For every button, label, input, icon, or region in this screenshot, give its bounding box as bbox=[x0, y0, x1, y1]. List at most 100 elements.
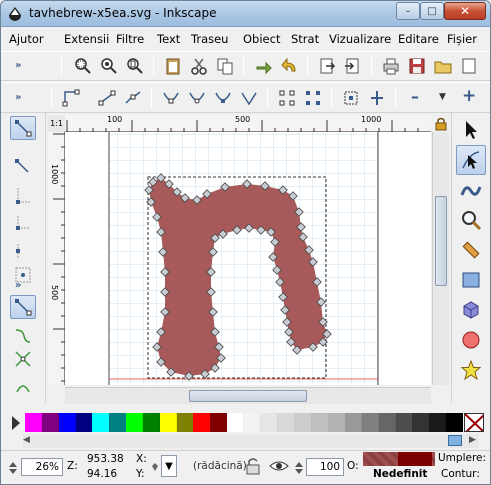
chevron-left-icon[interactable]: ◀ bbox=[23, 435, 30, 445]
palette-swatch[interactable] bbox=[41, 413, 60, 432]
node-symmetric-icon[interactable] bbox=[213, 88, 233, 108]
horizontal-ruler[interactable]: 100 500 1000 bbox=[65, 115, 431, 132]
chevron-right-icon[interactable]: ▶ bbox=[469, 435, 476, 445]
palette-swatch[interactable] bbox=[294, 413, 312, 432]
toolbar-grip[interactable]: » bbox=[15, 60, 21, 71]
snap-bbox-edge-icon[interactable] bbox=[10, 183, 36, 207]
menu-obiect[interactable]: Obiect bbox=[243, 32, 280, 46]
menu-fisier[interactable]: Fișier bbox=[447, 32, 477, 46]
remove-node-button[interactable]: – bbox=[411, 87, 419, 106]
palette-swatch[interactable] bbox=[345, 413, 363, 432]
palette-swatch[interactable] bbox=[159, 413, 178, 432]
toolbar-grip[interactable]: » bbox=[15, 92, 21, 103]
stroke-to-path-icon[interactable] bbox=[367, 88, 387, 108]
palette-swatch[interactable] bbox=[210, 413, 228, 432]
zoom-selection-icon[interactable] bbox=[73, 56, 93, 76]
vertical-scroll-thumb[interactable] bbox=[435, 196, 447, 286]
new-document-icon[interactable] bbox=[459, 56, 479, 76]
palette-swatch[interactable] bbox=[126, 413, 144, 432]
copy-icon[interactable] bbox=[215, 56, 235, 76]
eye-icon[interactable] bbox=[269, 457, 289, 475]
node-editor-tool-icon[interactable] bbox=[456, 145, 486, 175]
snap-enable-icon[interactable] bbox=[10, 116, 36, 140]
selector-tool-icon[interactable] bbox=[456, 115, 486, 145]
current-layer[interactable]: (rădăcină) bbox=[193, 460, 247, 472]
stroke-value[interactable]: Nedefinit bbox=[373, 468, 427, 480]
toolbar-grip[interactable]: » bbox=[15, 280, 21, 291]
layer-dropdown-icon[interactable]: ▼ bbox=[161, 455, 177, 477]
fill-color-swatch[interactable] bbox=[398, 452, 432, 466]
palette-swatch[interactable] bbox=[25, 413, 43, 432]
rectangle-tool-icon[interactable] bbox=[456, 265, 486, 295]
palette-menu-icon[interactable] bbox=[10, 415, 22, 431]
break-path-icon[interactable] bbox=[123, 88, 143, 108]
palette-swatch[interactable] bbox=[378, 413, 397, 432]
menu-filtre[interactable]: Filtre bbox=[116, 32, 144, 46]
zoom-spin-icon[interactable] bbox=[7, 460, 19, 476]
save-icon[interactable] bbox=[407, 56, 427, 76]
snap-intersection-icon[interactable] bbox=[10, 347, 36, 371]
menu-extensii[interactable]: Extensii bbox=[64, 32, 109, 46]
palette-swatch[interactable] bbox=[277, 413, 296, 432]
snap-midpoint-icon[interactable] bbox=[10, 239, 36, 263]
palette-swatch[interactable] bbox=[446, 413, 464, 432]
join-nodes-icon[interactable] bbox=[97, 88, 117, 108]
menu-ajutor[interactable]: Ajutor bbox=[9, 32, 44, 46]
palette-swatch[interactable] bbox=[92, 413, 110, 432]
horizontal-scrollbar[interactable] bbox=[65, 387, 431, 404]
menu-traseu[interactable]: Traseu bbox=[191, 32, 228, 46]
palette-swatch[interactable] bbox=[244, 413, 262, 432]
import-icon[interactable] bbox=[343, 56, 363, 76]
palette-scroll-thumb[interactable] bbox=[448, 435, 462, 446]
palette-swatch[interactable] bbox=[193, 413, 211, 432]
measure-tool-icon[interactable] bbox=[456, 235, 486, 265]
palette-swatch[interactable] bbox=[395, 413, 413, 432]
cut-icon[interactable] bbox=[189, 56, 209, 76]
open-icon[interactable] bbox=[433, 56, 453, 76]
layer-visibility-icon[interactable] bbox=[149, 460, 161, 474]
insert-node-icon[interactable] bbox=[61, 88, 81, 108]
snap-path-icon[interactable] bbox=[10, 323, 36, 347]
palette-scrollbar[interactable]: ◀ ▶ bbox=[23, 434, 479, 448]
opacity-field[interactable]: 100 bbox=[306, 458, 344, 476]
swatch-none[interactable] bbox=[464, 413, 484, 432]
vertical-scrollbar[interactable] bbox=[432, 132, 449, 385]
add-node-button[interactable]: + bbox=[462, 86, 476, 106]
zoom-page-icon[interactable] bbox=[125, 56, 145, 76]
segment-line-icon[interactable] bbox=[277, 88, 297, 108]
palette-swatch[interactable] bbox=[412, 413, 430, 432]
snap-bbox-icon[interactable] bbox=[10, 155, 36, 179]
menu-vizualizare[interactable]: Vizualizare bbox=[329, 32, 391, 46]
node-auto-icon[interactable] bbox=[239, 88, 259, 108]
node-cusp-icon[interactable] bbox=[161, 88, 181, 108]
snap-center-icon[interactable] bbox=[10, 263, 36, 287]
palette-swatch[interactable] bbox=[142, 413, 161, 432]
opacity-spin-icon[interactable] bbox=[293, 460, 305, 476]
undo-icon[interactable] bbox=[279, 56, 299, 76]
palette-swatch[interactable] bbox=[328, 413, 346, 432]
palette-swatch[interactable] bbox=[109, 413, 127, 432]
palette-swatch[interactable] bbox=[429, 413, 447, 432]
export-icon[interactable] bbox=[317, 56, 337, 76]
title-bar[interactable]: tavhebrew-x5ea.svg - Inkscape – □ ✕ bbox=[1, 1, 490, 27]
ellipse-tool-icon[interactable] bbox=[456, 325, 486, 355]
zoom-field[interactable]: 26% bbox=[21, 458, 63, 476]
snap-bbox-corner-icon[interactable] bbox=[10, 211, 36, 235]
snap-nodes-icon[interactable] bbox=[10, 295, 36, 319]
close-button[interactable]: ✕ bbox=[444, 2, 486, 20]
palette-swatch[interactable] bbox=[260, 413, 279, 432]
palette-swatch[interactable] bbox=[75, 413, 93, 432]
palette-swatch[interactable] bbox=[227, 413, 245, 432]
menu-text[interactable]: Text bbox=[157, 32, 180, 46]
minimize-button[interactable]: – bbox=[396, 2, 420, 20]
lock-icon[interactable] bbox=[432, 115, 449, 132]
menu-editare[interactable]: Editare bbox=[398, 32, 439, 46]
palette-swatch[interactable] bbox=[361, 413, 380, 432]
node-smooth-icon[interactable] bbox=[187, 88, 207, 108]
drawing-canvas[interactable] bbox=[65, 132, 431, 385]
redo-icon[interactable] bbox=[253, 56, 273, 76]
palette-swatch[interactable] bbox=[58, 413, 77, 432]
snap-smooth-icon[interactable] bbox=[10, 375, 36, 399]
horizontal-scroll-thumb[interactable] bbox=[189, 390, 307, 402]
zoom-tool-icon[interactable] bbox=[456, 205, 486, 235]
